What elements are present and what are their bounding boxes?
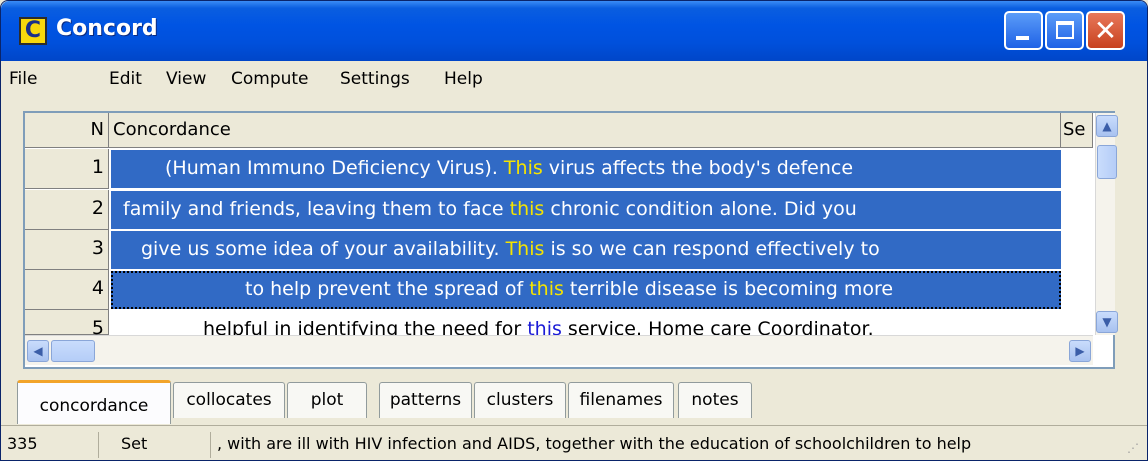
search-keyword: this <box>527 318 562 335</box>
row-number[interactable]: 3 <box>25 230 109 270</box>
context-right: virus affects the body's defence <box>542 157 854 179</box>
minimize-button[interactable] <box>1004 11 1043 50</box>
chevron-right-icon: ▶ <box>1075 344 1085 358</box>
tab-collocates[interactable]: collocates <box>173 382 285 418</box>
table-row[interactable]: family and friends, leaving them to face… <box>111 191 1061 229</box>
table-row[interactable]: (Human Immuno Deficiency Virus). This vi… <box>111 150 1061 188</box>
menu-edit[interactable]: Edit <box>109 69 142 89</box>
close-button[interactable]: ✕ <box>1086 11 1125 50</box>
close-icon: ✕ <box>1093 14 1118 47</box>
search-keyword: This <box>505 238 545 260</box>
context-left: give us some idea of your availability. <box>141 238 506 260</box>
tab-patterns[interactable]: patterns <box>379 382 472 418</box>
menu-settings[interactable]: Settings <box>340 69 410 89</box>
context-right: chronic condition alone. Did you <box>544 198 857 220</box>
vertical-scroll-thumb[interactable] <box>1097 145 1117 179</box>
column-header-n[interactable]: N <box>25 113 109 148</box>
scroll-left-button[interactable]: ◀ <box>27 340 49 362</box>
horizontal-scroll-thumb[interactable] <box>51 340 95 362</box>
menu-file[interactable]: File <box>9 69 37 89</box>
context-left: family and friends, leaving them to face <box>123 198 510 220</box>
menu-view[interactable]: View <box>166 69 206 89</box>
tab-concordance[interactable]: concordance <box>17 380 171 424</box>
chevron-left-icon: ◀ <box>33 344 43 358</box>
minimize-icon <box>1016 36 1029 40</box>
status-bar: 335 Set , with are ill with HIV infectio… <box>1 425 1147 460</box>
concordance-grid[interactable]: N Concordance Se 1 (Human Immuno Deficie… <box>23 111 1118 369</box>
context-left: (Human Immuno Deficiency Virus). <box>165 157 504 179</box>
status-set: Set <box>115 432 211 458</box>
app-icon[interactable]: C <box>19 17 47 45</box>
context-left: to help prevent the spread of <box>245 278 530 300</box>
search-keyword: this <box>529 278 564 300</box>
context-right: terrible disease is becoming more <box>563 278 894 300</box>
concord-window: C Concord ✕ File Edit View Compute Setti… <box>0 0 1148 461</box>
menu-compute[interactable]: Compute <box>231 69 309 89</box>
resize-grip-icon[interactable]: ⋰ <box>1127 441 1143 457</box>
scroll-down-button[interactable]: ▼ <box>1096 311 1118 333</box>
column-header-set[interactable]: Se <box>1061 113 1093 148</box>
scroll-right-button[interactable]: ▶ <box>1069 340 1091 362</box>
tab-filenames[interactable]: filenames <box>568 382 674 418</box>
context-right: service. Home care Coordinator. <box>561 318 874 335</box>
row-number[interactable]: 5 <box>25 310 109 339</box>
horizontal-scrollbar[interactable]: ◀ ▶ <box>25 335 1093 365</box>
row-number[interactable]: 2 <box>25 190 109 230</box>
maximize-button[interactable] <box>1045 11 1084 50</box>
tab-clusters[interactable]: clusters <box>474 382 566 418</box>
scroll-up-button[interactable]: ▲ <box>1096 115 1118 137</box>
status-count: 335 <box>3 432 99 458</box>
chevron-up-icon: ▲ <box>1102 119 1112 133</box>
window-title: Concord <box>56 16 158 41</box>
menu-help[interactable]: Help <box>444 69 483 89</box>
tab-notes[interactable]: notes <box>678 382 752 418</box>
row-number[interactable]: 4 <box>25 270 109 310</box>
tab-plot[interactable]: plot <box>287 382 367 418</box>
context-left: helpful in identifying the need for <box>203 318 528 335</box>
maximize-icon <box>1056 21 1074 39</box>
search-keyword: This <box>503 157 543 179</box>
column-header-concordance[interactable]: Concordance <box>109 113 1061 148</box>
table-row[interactable]: to help prevent the spread of this terri… <box>111 271 1061 309</box>
table-row[interactable]: give us some idea of your availability. … <box>111 231 1061 269</box>
chevron-down-icon: ▼ <box>1102 315 1112 329</box>
tab-strip: concordance collocates plot patterns clu… <box>17 380 1137 424</box>
vertical-scrollbar[interactable]: ▲ ▼ <box>1095 113 1118 335</box>
row-number[interactable]: 1 <box>25 149 109 189</box>
title-bar[interactable]: C Concord ✕ <box>1 1 1147 61</box>
context-right: is so we can respond effectively to <box>544 238 880 260</box>
status-context: , with are ill with HIV infection and AI… <box>217 434 972 453</box>
search-keyword: this <box>509 198 545 220</box>
table-row[interactable]: helpful in identifying the need for this… <box>111 311 1061 335</box>
menu-bar: File Edit View Compute Settings Help <box>1 61 1147 97</box>
